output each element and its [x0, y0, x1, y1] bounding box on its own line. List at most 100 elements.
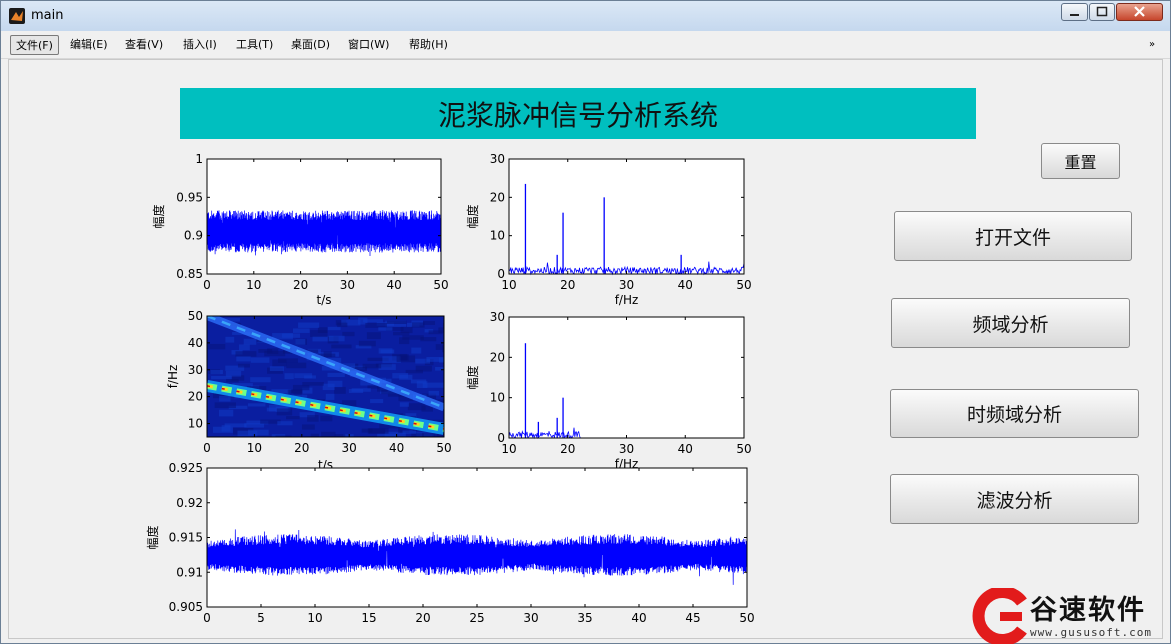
spectrogram-cell	[322, 383, 335, 391]
y-tick-label: 0.95	[176, 190, 203, 204]
spectrogram-cell	[284, 373, 294, 380]
spectrogram-cell	[208, 343, 226, 350]
x-tick-label: 50	[739, 611, 754, 625]
x-tick-label: 25	[469, 611, 484, 625]
spectrogram-cell	[278, 358, 298, 363]
spectrogram-cell	[331, 344, 352, 349]
spectrogram-cell	[286, 416, 300, 420]
spectrogram-cell	[337, 322, 348, 328]
spectrogram-cell	[320, 415, 333, 422]
frequency-analysis-button[interactable]: 频域分析	[891, 298, 1130, 348]
spectrogram-cell	[399, 354, 409, 361]
spectrogram-cell	[342, 331, 355, 337]
spectrogram-cell	[392, 373, 409, 379]
y-tick-label: 10	[490, 391, 505, 405]
spectrogram-cell	[442, 398, 444, 406]
spectrogram-cell	[302, 382, 324, 386]
spectrogram-cell	[236, 355, 251, 362]
spectrogram-cell	[247, 403, 266, 407]
y-tick-label: 1	[195, 152, 203, 166]
x-tick-label: 30	[342, 441, 357, 455]
spectrogram-cell	[276, 408, 293, 416]
spectrogram-cell	[277, 421, 293, 426]
y-tick-label: 30	[490, 310, 505, 324]
plot-area	[509, 317, 744, 438]
x-tick-label: 15	[361, 611, 376, 625]
x-tick-label: 40	[389, 441, 404, 455]
watermark-text: 谷速软件	[1030, 595, 1146, 626]
x-tick-label: 40	[678, 278, 693, 292]
spectrogram-cell	[248, 429, 269, 436]
x-tick-label: 20	[560, 278, 575, 292]
spectrogram-cell	[426, 356, 444, 362]
y-tick-label: 30	[490, 152, 505, 166]
spectrogram-cell	[399, 402, 409, 407]
y-tick-label: 0.92	[176, 496, 203, 510]
x-tick-label: 0	[203, 611, 211, 625]
spectrogram-cell	[362, 363, 382, 369]
x-tick-label: 45	[685, 611, 700, 625]
spectrogram-cell	[238, 344, 250, 351]
chart-2: 10 20 30 40 500102030f/Hz幅度	[465, 152, 752, 307]
y-axis-label: 幅度	[145, 525, 160, 549]
y-tick-label: 50	[188, 309, 203, 323]
spectrogram-cell	[226, 378, 239, 383]
y-tick-label: 10	[188, 417, 203, 431]
open-file-button[interactable]: 打开文件	[894, 211, 1132, 261]
spectrogram-cell	[282, 333, 301, 338]
spectrogram-cell	[224, 423, 247, 428]
reset-button[interactable]: 重置	[1041, 143, 1120, 179]
spectrogram-cell	[435, 344, 444, 350]
spectrogram-cell	[438, 327, 444, 333]
chart-1: 0 10 20 30 40 50 0.85 0.9 0.95 1 t/s 幅度	[151, 152, 449, 307]
spectrogram-cell	[365, 323, 387, 328]
spectrogram-cell	[250, 357, 270, 363]
watermark-url: www.gususoft.com	[1030, 626, 1152, 639]
x-axis-label: f/Hz	[615, 293, 639, 307]
watermark-logo-icon	[972, 588, 1027, 644]
spectrogram-cell	[422, 432, 435, 437]
spectrogram-cell	[443, 322, 444, 329]
spectrogram-cell	[235, 351, 257, 357]
y-tick-label: 0	[497, 267, 505, 281]
time-frequency-analysis-button[interactable]: 时频域分析	[890, 389, 1139, 438]
watermark: 谷速软件 www.gususoft.com	[972, 588, 1171, 644]
spectrogram-cell	[435, 366, 444, 371]
spectrogram-cell	[422, 382, 444, 388]
y-tick-label: 10	[490, 229, 505, 243]
spectrogram-cell	[402, 430, 417, 434]
spectrogram-cell	[370, 399, 384, 404]
x-tick-label: 20	[294, 441, 309, 455]
spectrogram-cell	[380, 349, 395, 354]
filter-analysis-button[interactable]: 滤波分析	[890, 474, 1139, 524]
spectrogram-cell	[327, 326, 341, 331]
x-tick-label: 30	[523, 611, 538, 625]
y-tick-label: 0.915	[169, 531, 203, 545]
spectrogram-cell	[237, 363, 250, 368]
x-tick-label: 5	[257, 611, 265, 625]
chart-4: 10 20 30 40 500102030f/Hz幅度	[465, 310, 752, 471]
spectrogram-cell	[386, 320, 407, 324]
spectrogram-cell	[321, 431, 336, 437]
spectrogram-cell	[327, 372, 345, 378]
spectrogram-cell	[250, 377, 271, 383]
spectrogram-cell	[348, 388, 364, 394]
y-tick-label: 0.905	[169, 600, 203, 614]
x-tick-label: 0	[203, 278, 211, 292]
x-tick-label: 20	[560, 442, 575, 456]
x-tick-label: 30	[619, 442, 634, 456]
spectrogram-cell	[366, 332, 381, 340]
y-tick-label: 30	[188, 363, 203, 377]
y-tick-label: 20	[188, 390, 203, 404]
spectrogram-cell	[317, 327, 328, 333]
spectrogram-cell	[325, 393, 335, 400]
spectrogram-cell	[411, 347, 422, 354]
y-tick-label: 0	[497, 431, 505, 445]
x-tick-label: 10	[307, 611, 322, 625]
spectrogram-cell	[219, 395, 231, 402]
x-tick-label: 50	[436, 441, 451, 455]
spectrogram-cell	[328, 335, 345, 342]
y-axis-label: 幅度	[151, 204, 166, 228]
x-axis-label: t/s	[317, 293, 332, 307]
spectrogram-cell	[288, 389, 303, 394]
